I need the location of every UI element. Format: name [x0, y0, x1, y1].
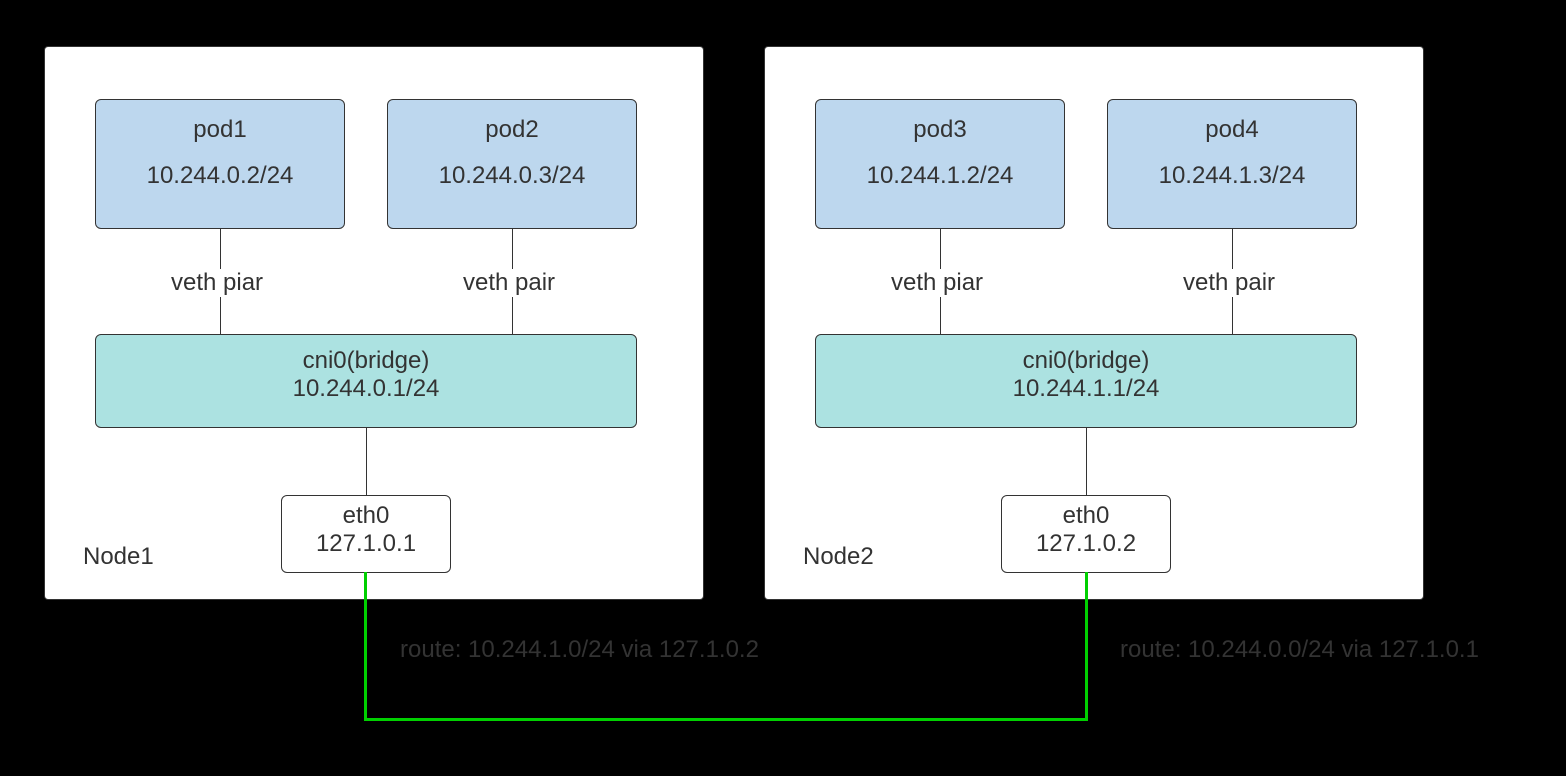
- node1-container: Node1 pod1 10.244.0.2/24 pod2 10.244.0.3…: [44, 46, 704, 600]
- pod3-ip: 10.244.1.2/24: [816, 162, 1064, 190]
- node2-eth-ip: 127.1.0.2: [1002, 530, 1170, 558]
- pod4-ip: 10.244.1.3/24: [1108, 162, 1356, 190]
- node1-veth2-label: veth pair: [459, 269, 559, 297]
- node1-bridge-eth-line: [366, 428, 367, 495]
- node1-bridge-name: cni0(bridge): [96, 347, 636, 375]
- pod4-name: pod4: [1108, 116, 1356, 144]
- node1-eth-ip: 127.1.0.1: [282, 530, 450, 558]
- node2-bridge-box: cni0(bridge) 10.244.1.1/24: [815, 334, 1357, 428]
- node2-bridge-name: cni0(bridge): [816, 347, 1356, 375]
- pod1-box: pod1 10.244.0.2/24: [95, 99, 345, 229]
- node2-bridge-ip: 10.244.1.1/24: [816, 375, 1356, 403]
- node1-bridge-box: cni0(bridge) 10.244.0.1/24: [95, 334, 637, 428]
- node1-bridge-ip: 10.244.0.1/24: [96, 375, 636, 403]
- pod1-ip: 10.244.0.2/24: [96, 162, 344, 190]
- node1-label: Node1: [83, 543, 154, 571]
- pod2-name: pod2: [388, 116, 636, 144]
- pod3-box: pod3 10.244.1.2/24: [815, 99, 1065, 229]
- route2-label: route: 10.244.0.0/24 via 127.1.0.1: [1120, 636, 1479, 664]
- route-line-horizontal: [364, 718, 1088, 721]
- pod2-box: pod2 10.244.0.3/24: [387, 99, 637, 229]
- node2-label: Node2: [803, 543, 874, 571]
- node2-veth2-label: veth pair: [1179, 269, 1279, 297]
- pod3-name: pod3: [816, 116, 1064, 144]
- pod1-name: pod1: [96, 116, 344, 144]
- node1-eth-name: eth0: [282, 502, 450, 530]
- node2-eth-box: eth0 127.1.0.2: [1001, 495, 1171, 573]
- node1-eth-box: eth0 127.1.0.1: [281, 495, 451, 573]
- route-line-right: [1085, 572, 1088, 721]
- node2-container: Node2 pod3 10.244.1.2/24 pod4 10.244.1.3…: [764, 46, 1424, 600]
- node2-eth-name: eth0: [1002, 502, 1170, 530]
- pod4-box: pod4 10.244.1.3/24: [1107, 99, 1357, 229]
- route-line-left: [364, 572, 367, 720]
- node2-veth1-label: veth piar: [887, 269, 987, 297]
- node2-bridge-eth-line: [1086, 428, 1087, 495]
- route1-label: route: 10.244.1.0/24 via 127.1.0.2: [400, 636, 759, 664]
- pod2-ip: 10.244.0.3/24: [388, 162, 636, 190]
- node1-veth1-label: veth piar: [167, 269, 267, 297]
